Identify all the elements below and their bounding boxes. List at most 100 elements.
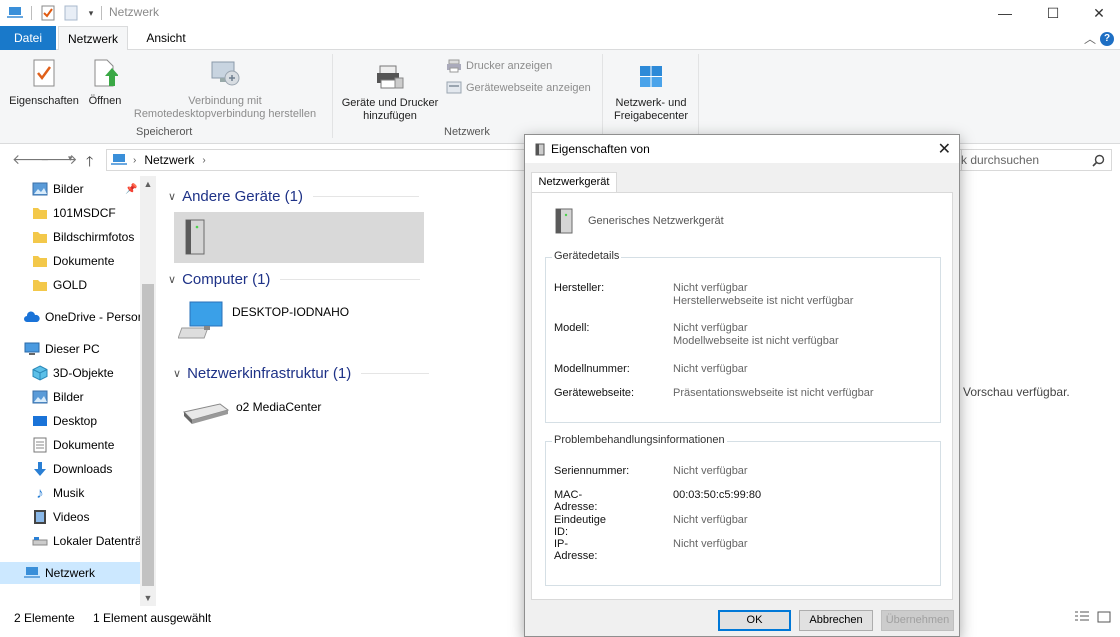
breadcrumb-separator-icon: ›	[133, 154, 137, 166]
pin-icon[interactable]: 📌	[125, 184, 137, 195]
computer-name: DESKTOP-IODNAHO	[232, 305, 350, 319]
properties-button[interactable]: Eigenschaften	[6, 58, 82, 108]
ribbon-tabs: Datei Netzwerk Ansicht	[0, 26, 1120, 51]
network-sharing-icon	[606, 64, 696, 94]
show-device-webpage-button[interactable]: Gerätewebseite anzeigen	[446, 81, 591, 95]
printer-icon	[447, 59, 461, 73]
tab-network-device[interactable]: Netzwerkgerät	[531, 172, 617, 192]
customize-quick-access-icon[interactable]: ▾	[82, 4, 100, 22]
network-center-label-line1: Netzwerk- und	[615, 97, 687, 109]
scroll-thumb[interactable]	[142, 284, 154, 586]
properties-icon	[6, 58, 82, 92]
separator	[31, 6, 32, 20]
scroll-down-icon[interactable]: ▼	[140, 590, 156, 606]
list-item-computer[interactable]: DESKTOP-IODNAHO	[178, 300, 349, 344]
router-name: o2 MediaCenter	[236, 400, 322, 414]
nav-item-dokumente[interactable]: Dokumente	[0, 434, 140, 456]
folder-icon	[32, 229, 48, 245]
add-devices-button[interactable]: Geräte und Drucker hinzufügen	[336, 64, 444, 123]
nav-item-onedrive[interactable]: OneDrive - Persor	[0, 306, 140, 328]
chevron-down-icon[interactable]: ∨	[173, 367, 181, 380]
pictures-icon	[32, 181, 48, 197]
music-note-icon: ♪	[36, 484, 44, 502]
nav-item-desktop[interactable]: Desktop	[0, 410, 140, 432]
dialog-close-button[interactable]: ✕	[938, 139, 951, 159]
collapse-ribbon-icon[interactable]: ︿	[1084, 30, 1096, 47]
new-folder-quick-icon[interactable]	[62, 4, 80, 22]
properties-quick-icon[interactable]	[39, 4, 57, 22]
nav-item-network[interactable]: Netzwerk	[0, 562, 140, 584]
nav-item-bildschirmfotos[interactable]: Bildschirmfotos	[0, 226, 140, 248]
nav-item-downloads[interactable]: Downloads	[0, 458, 140, 480]
device-header: Generisches Netzwerkgerät	[554, 207, 724, 235]
documents-icon	[32, 437, 48, 453]
apply-button[interactable]: Übernehmen	[881, 610, 954, 631]
printer-add-icon	[336, 64, 444, 94]
remote-desktop-icon	[126, 58, 324, 92]
dialog-title: Eigenschaften von	[551, 142, 650, 156]
nav-item-3d-objects[interactable]: 3D-Objekte	[0, 362, 140, 384]
network-center-button[interactable]: Netzwerk- und Freigabecenter	[606, 64, 696, 123]
network-center-label-line2: Freigabecenter	[614, 110, 688, 122]
network-icon	[111, 154, 127, 165]
breadcrumb-network[interactable]: Netzwerk	[144, 153, 194, 167]
large-icons-view-icon[interactable]	[1096, 610, 1112, 624]
nav-item-bilder-pinned[interactable]: Bilder 📌	[0, 178, 140, 200]
network-app-icon[interactable]	[6, 4, 24, 22]
tab-network[interactable]: Netzwerk	[58, 26, 128, 51]
ok-button[interactable]: OK	[718, 610, 791, 631]
tab-view[interactable]: Ansicht	[134, 26, 198, 50]
minimize-button[interactable]: —	[982, 0, 1028, 26]
add-devices-label-line1: Geräte und Drucker	[341, 97, 439, 109]
chevron-down-icon[interactable]: ∨	[168, 190, 176, 203]
router-icon	[183, 403, 230, 424]
help-icon[interactable]: ?	[1100, 32, 1114, 46]
list-item-router[interactable]: o2 MediaCenter	[180, 400, 321, 428]
group-header-computer[interactable]: ∨ Computer (1)	[168, 271, 421, 288]
recent-locations-button[interactable]: ▾	[68, 153, 73, 164]
search-input[interactable]: k durchsuchen	[956, 149, 1112, 171]
group-header-other-devices[interactable]: ∨ Andere Geräte (1)	[168, 188, 419, 205]
window-title: Netzwerk	[109, 5, 160, 19]
nav-item-this-pc[interactable]: Dieser PC	[0, 338, 140, 360]
search-placeholder: k durchsuchen	[961, 153, 1040, 167]
close-button[interactable]: ✕	[1076, 0, 1120, 26]
show-printers-label: Drucker anzeigen	[466, 60, 553, 72]
device-webpage-icon	[446, 81, 462, 94]
nav-item-musik[interactable]: ♪ Musik	[0, 482, 140, 504]
properties-dialog: Eigenschaften von ✕ Netzwerkgerät Generi…	[524, 134, 960, 637]
show-device-webpage-label: Gerätewebseite anzeigen	[466, 82, 591, 94]
nav-item-101msdcf[interactable]: 101MSDCF	[0, 202, 140, 224]
network-icon	[24, 565, 40, 581]
scroll-up-icon[interactable]: ▲	[140, 176, 156, 192]
breadcrumb-chevron-icon[interactable]: ›	[202, 155, 205, 166]
chevron-down-icon[interactable]: ∨	[168, 273, 176, 286]
nav-item-gold[interactable]: GOLD	[0, 274, 140, 296]
details-legend: Gerätedetails	[552, 250, 622, 262]
nav-item-dokumente-pinned[interactable]: Dokumente	[0, 250, 140, 272]
selection-count: 1 Element ausgewählt	[93, 611, 212, 625]
device-small-icon	[535, 143, 545, 155]
nav-item-bilder[interactable]: Bilder	[0, 386, 140, 408]
navigation-pane: Bilder 📌 101MSDCF Bildschirmfotos Dokume…	[0, 176, 156, 606]
show-printers-button[interactable]: Drucker anzeigen	[446, 59, 552, 73]
server-device-icon	[555, 208, 573, 234]
list-item-generic-device[interactable]	[174, 212, 424, 263]
nav-scrollbar[interactable]: ▲ ▼	[140, 176, 156, 606]
remote-desktop-button[interactable]: Verbindung mit Remotedesktopverbindung h…	[126, 58, 324, 121]
cancel-button[interactable]: Abbrechen	[799, 610, 873, 631]
nav-item-local-disk[interactable]: Lokaler Datenträ	[0, 530, 140, 552]
preview-text: Vorschau verfügbar.	[963, 385, 1070, 399]
title-bar: ▾ Netzwerk — ☐ ✕	[0, 0, 1120, 26]
open-label: Öffnen	[88, 95, 122, 107]
open-button[interactable]: Öffnen	[84, 58, 126, 108]
tab-file[interactable]: Datei	[0, 26, 56, 50]
group-label-network: Netzwerk	[444, 126, 490, 138]
open-icon	[84, 58, 126, 92]
details-view-icon[interactable]	[1074, 610, 1090, 624]
group-header-network-infrastructure[interactable]: ∨ Netzwerkinfrastruktur (1)	[173, 365, 430, 382]
up-button[interactable]: 🡑	[86, 151, 93, 175]
device-details-group: Gerätedetails Hersteller: Nicht verfügba…	[545, 250, 941, 423]
nav-item-videos[interactable]: Videos	[0, 506, 140, 528]
maximize-button[interactable]: ☐	[1030, 0, 1076, 26]
